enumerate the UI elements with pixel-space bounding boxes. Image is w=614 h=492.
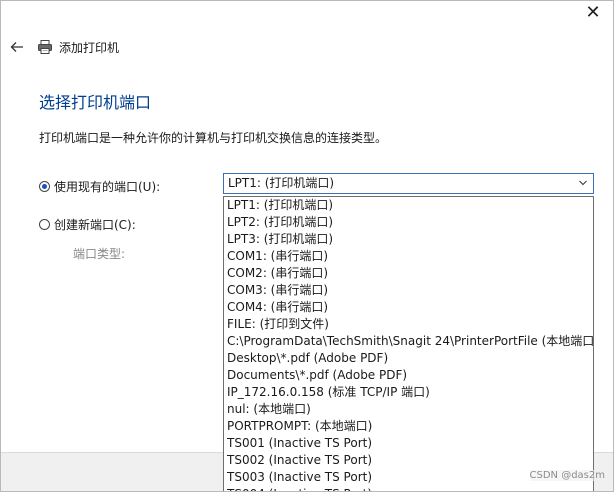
chevron-down-icon[interactable]: [579, 179, 587, 187]
dropdown-option[interactable]: COM4: (串行端口): [224, 299, 593, 316]
close-icon[interactable]: ✕: [583, 3, 603, 23]
create-new-port-radio[interactable]: 创建新端口(C):: [39, 216, 136, 233]
printer-icon: [37, 39, 53, 55]
watermark: CSDN @das2m: [529, 470, 605, 481]
add-printer-window: ✕ 添加打印机 选择打印机端口 打印机端口是一种允许你的计算机与打印机交换信息的…: [0, 0, 614, 492]
dropdown-option[interactable]: LPT3: (打印机端口): [224, 231, 593, 248]
dropdown-option[interactable]: COM3: (串行端口): [224, 282, 593, 299]
dropdown-option[interactable]: Documents\*.pdf (Adobe PDF): [224, 367, 593, 384]
dropdown-option[interactable]: TS004 (Inactive TS Port): [224, 486, 593, 491]
existing-port-select[interactable]: LPT1: (打印机端口): [223, 173, 594, 194]
dropdown-option[interactable]: PORTPROMPT: (本地端口): [224, 418, 593, 435]
dropdown-option[interactable]: C:\ProgramData\TechSmith\Snagit 24\Print…: [224, 333, 593, 350]
dropdown-option[interactable]: LPT1: (打印机端口): [224, 197, 593, 214]
back-arrow-icon[interactable]: [9, 39, 25, 55]
port-dropdown-list[interactable]: LPT1: (打印机端口) LPT2: (打印机端口) LPT3: (打印机端口) C…: [223, 196, 594, 491]
dropdown-option[interactable]: IP_172.16.0.158 (标准 TCP/IP 端口): [224, 384, 593, 401]
wizard-titlebar: 添加打印机: [9, 37, 119, 57]
dropdown-option[interactable]: TS001 (Inactive TS Port): [224, 435, 593, 452]
port-type-label: 端口类型:: [73, 247, 126, 261]
create-new-port-label: 创建新端口(C):: [54, 218, 136, 232]
use-existing-port-radio[interactable]: 使用现有的端口(U):: [39, 178, 160, 195]
dropdown-option[interactable]: COM2: (串行端口): [224, 265, 593, 282]
dropdown-option[interactable]: Desktop\*.pdf (Adobe PDF): [224, 350, 593, 367]
dropdown-option[interactable]: COM1: (串行端口): [224, 248, 593, 265]
dropdown-option[interactable]: TS002 (Inactive TS Port): [224, 452, 593, 469]
dropdown-option[interactable]: FILE: (打印到文件): [224, 316, 593, 333]
radio-checked-icon[interactable]: [39, 181, 50, 192]
page-description: 打印机端口是一种允许你的计算机与打印机交换信息的连接类型。: [39, 131, 388, 145]
radio-unchecked-icon[interactable]: [39, 219, 50, 230]
use-existing-port-label: 使用现有的端口(U):: [54, 180, 161, 194]
dropdown-option[interactable]: nul: (本地端口): [224, 401, 593, 418]
select-value: LPT1: (打印机端口): [228, 176, 335, 190]
page-heading: 选择打印机端口: [39, 93, 152, 112]
wizard-title: 添加打印机: [59, 40, 120, 55]
dropdown-option[interactable]: LPT2: (打印机端口): [224, 214, 593, 231]
